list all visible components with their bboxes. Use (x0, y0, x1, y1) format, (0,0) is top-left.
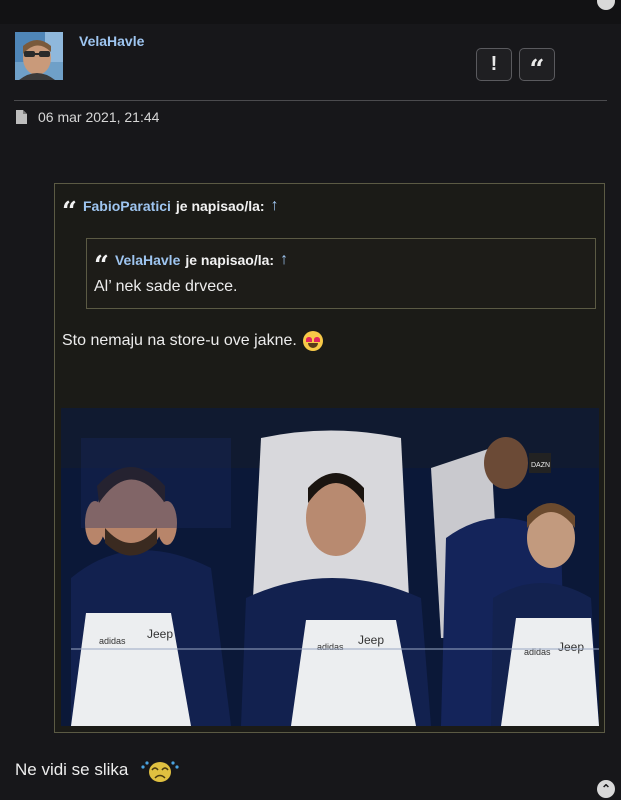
quote-outer-text: Sto nemaju na store-u ove jakne. (62, 332, 297, 349)
quote-inner-text: Al’ nek sade drvece. (94, 278, 238, 295)
quote-icon: “ (529, 54, 545, 85)
scroll-up-icon[interactable]: ⌃ (597, 780, 615, 798)
arrow-up-icon[interactable]: ↑ (271, 197, 279, 215)
post-author-name[interactable]: VelaHavle (79, 33, 144, 49)
reply-text-row: Ne vidi se slika (15, 757, 180, 783)
file-icon (16, 110, 27, 124)
quote-author-link[interactable]: VelaHavle (115, 252, 180, 268)
quote-mark-icon: “ (62, 197, 77, 227)
report-button[interactable]: ! (476, 48, 512, 81)
seat-brand-text: adidas (317, 642, 344, 652)
quote-mark-icon: “ (94, 251, 109, 281)
broadcaster-logo-text: DAZN (531, 462, 550, 469)
quoted-photo[interactable]: Jeep Jeep Jeep adidas adidas adidas DAZN (61, 408, 599, 726)
quote-wrote-label: je napisao/la: (185, 252, 275, 268)
quote-wrote-label: je napisao/la: (175, 198, 265, 214)
crying-emoji-icon (141, 761, 179, 782)
seat-logo-text: Jeep (558, 640, 584, 654)
quote-button[interactable]: “ (519, 48, 555, 85)
seat-logo-text: Jeep (358, 633, 384, 647)
avatar[interactable] (15, 32, 63, 80)
reply-text: Ne vidi se slika (15, 760, 129, 779)
seat-brand-text: adidas (99, 636, 126, 646)
seat-logo-text: Jeep (147, 627, 173, 641)
top-bar (0, 0, 621, 24)
quote-header-outer: “ FabioParatici je napisao/la: ↑ (62, 193, 279, 225)
exclamation-icon: ! (490, 53, 498, 75)
heart-eyes-emoji-icon (302, 331, 323, 351)
quote-header-inner: “ VelaHavle je napisao/la: ↑ (94, 247, 288, 279)
quote-block-inner: “ VelaHavle je napisao/la: ↑ Al’ nek sad… (86, 238, 596, 309)
post-date-text: 06 mar 2021, 21:44 (38, 109, 160, 125)
quote-block-outer: “ FabioParatici je napisao/la: ↑ “ VelaH… (54, 183, 605, 733)
quote-author-link[interactable]: FabioParatici (83, 198, 171, 214)
arrow-up-icon[interactable]: ↑ (280, 251, 288, 269)
post-divider (14, 100, 607, 101)
quote-outer-text-row: Sto nemaju na store-u ove jakne. (62, 331, 323, 351)
post-date: 06 mar 2021, 21:44 (16, 109, 159, 125)
